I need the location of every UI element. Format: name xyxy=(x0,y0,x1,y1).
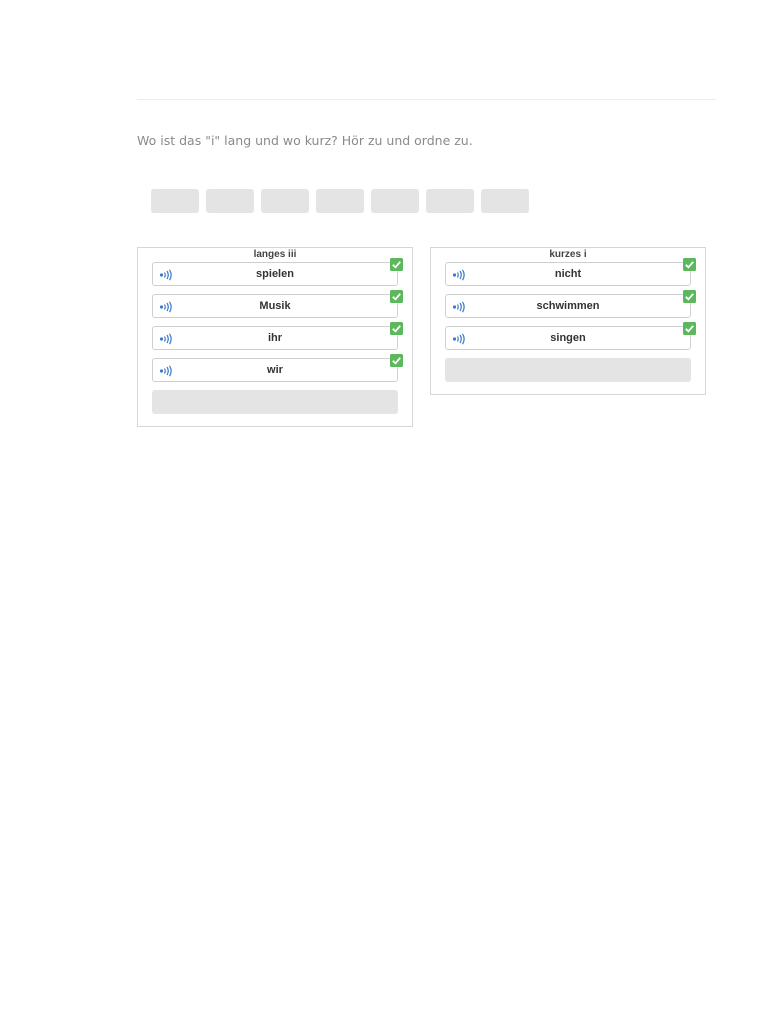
answer-slots xyxy=(151,189,529,213)
audio-icon[interactable] xyxy=(159,301,173,313)
word-card[interactable]: Musik xyxy=(152,290,403,318)
check-icon xyxy=(683,290,696,303)
empty-slot[interactable] xyxy=(151,189,199,213)
divider xyxy=(137,99,716,100)
audio-icon[interactable] xyxy=(159,269,173,281)
empty-slot[interactable] xyxy=(316,189,364,213)
empty-slot[interactable] xyxy=(426,189,474,213)
check-icon xyxy=(390,258,403,271)
empty-slot[interactable] xyxy=(261,189,309,213)
audio-icon[interactable] xyxy=(159,333,173,345)
check-icon xyxy=(390,290,403,303)
check-icon xyxy=(683,322,696,335)
word-label: wir xyxy=(267,364,283,376)
audio-icon[interactable] xyxy=(452,301,466,313)
empty-slot[interactable] xyxy=(206,189,254,213)
drop-zone[interactable] xyxy=(152,390,398,414)
audio-icon[interactable] xyxy=(452,269,466,281)
check-icon xyxy=(390,354,403,367)
group-title: kurzes i xyxy=(549,249,587,260)
group-title: langes iii xyxy=(253,249,297,260)
audio-icon[interactable] xyxy=(159,365,173,377)
word-label: singen xyxy=(550,332,586,344)
word-label: spielen xyxy=(256,268,294,280)
group-langes-i: langes iii spielen Musik ihr wir xyxy=(137,247,413,427)
check-icon xyxy=(390,322,403,335)
group-kurzes-i: kurzes i nicht schwimmen singen xyxy=(430,247,706,395)
word-label: schwimmen xyxy=(536,300,600,312)
word-card[interactable]: spielen xyxy=(152,258,403,286)
drop-zone[interactable] xyxy=(445,358,691,382)
empty-slot[interactable] xyxy=(481,189,529,213)
word-card[interactable]: ihr xyxy=(152,322,403,350)
word-card[interactable]: wir xyxy=(152,354,403,382)
empty-slot[interactable] xyxy=(371,189,419,213)
word-label: nicht xyxy=(554,268,582,280)
audio-icon[interactable] xyxy=(452,333,466,345)
instruction-text: Wo ist das "i" lang und wo kurz? Hör zu … xyxy=(137,133,473,148)
word-card[interactable]: singen xyxy=(445,322,696,350)
word-label: ihr xyxy=(267,332,283,344)
word-card[interactable]: nicht xyxy=(445,258,696,286)
check-icon xyxy=(683,258,696,271)
word-card[interactable]: schwimmen xyxy=(445,290,696,318)
word-label: Musik xyxy=(259,300,291,312)
exercise-page: Wo ist das "i" lang und wo kurz? Hör zu … xyxy=(0,0,768,1024)
